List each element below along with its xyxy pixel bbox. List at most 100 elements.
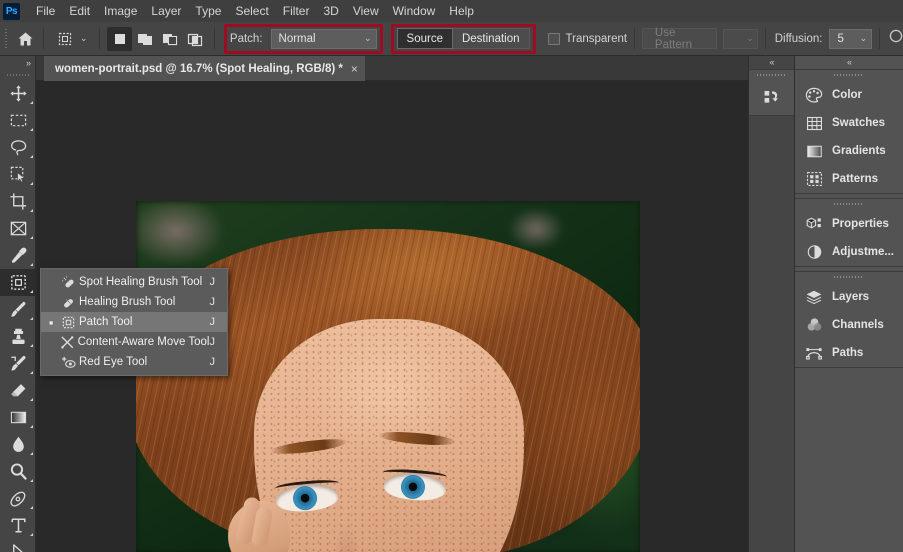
patch-icon [57,315,79,330]
gradient-swatch-icon [805,144,823,159]
tool-corner-marker [30,506,33,509]
use-pattern-button[interactable]: Use Pattern [642,28,717,49]
new-selection-icon [112,31,128,47]
menu-3d[interactable]: 3D [316,1,345,21]
transparent-option[interactable]: Transparent [548,33,628,45]
panel-tab-patterns[interactable]: Patterns [795,165,903,193]
menu-filter[interactable]: Filter [276,1,317,21]
menu-type[interactable]: Type [188,1,228,21]
more-options-button[interactable] [889,29,903,48]
document-tab-strip: women-portrait.psd @ 16.7% (Spot Healing… [36,56,748,81]
flyout-item-healing-brush-tool[interactable]: Healing Brush Tool J [41,292,227,312]
flyout-item-content-aware-move-tool[interactable]: Content-Aware Move Tool J [41,332,227,352]
menu-bar: Ps File Edit Image Layer Type Select Fil… [0,0,903,22]
tool-corner-marker [30,398,33,401]
document-tab-title: women-portrait.psd @ 16.7% (Spot Healing… [55,63,343,75]
panel-tab-label: Color [832,89,862,101]
blur-tool[interactable] [0,431,36,458]
new-selection-button[interactable] [107,27,132,51]
panel-tab-color[interactable]: Color [795,81,903,109]
patch-mode-label: Patch: [230,33,263,45]
panel-tab-properties[interactable]: Properties [795,210,903,238]
panel-grip[interactable] [749,70,794,81]
flyout-item-shortcut: J [210,296,224,308]
document-tab[interactable]: women-portrait.psd @ 16.7% (Spot Healing… [44,56,365,81]
flyout-item-red-eye-tool[interactable]: Red Eye Tool J [41,352,227,372]
menu-select[interactable]: Select [228,1,275,21]
flyout-item-shortcut: J [210,316,224,328]
toolbar-grip[interactable] [0,70,35,80]
path-selection-tool[interactable] [0,539,36,552]
crop-tool[interactable] [0,188,36,215]
document-image[interactable] [136,201,640,552]
patterns-icon [805,171,823,187]
image-nose [332,521,362,552]
panel-tab-paths[interactable]: Paths [795,339,903,367]
options-bar-grip[interactable] [2,28,9,50]
tool-preset-chevron-down-icon[interactable]: ⌄ [77,33,90,44]
dock-collapse-button[interactable]: « [795,56,903,69]
menu-edit[interactable]: Edit [62,1,97,21]
menu-window[interactable]: Window [386,1,443,21]
move-tool[interactable] [0,80,36,107]
flyout-item-label: Patch Tool [79,316,210,328]
history-panel-button[interactable] [749,81,794,115]
type-tool[interactable] [0,512,36,539]
tool-corner-marker [30,371,33,374]
tool-preset-picker[interactable]: ⌄ [51,27,92,51]
close-icon[interactable]: × [351,63,358,75]
rectangular-marquee-tool[interactable] [0,107,36,134]
red-eye-icon [57,355,79,370]
pen-tool[interactable] [0,485,36,512]
panel-grip[interactable] [795,70,903,81]
dodge-tool[interactable] [0,458,36,485]
panel-tab-swatches[interactable]: Swatches [795,109,903,137]
clone-stamp-tool[interactable] [0,323,36,350]
panel-tab-adjustments[interactable]: Adjustme... [795,238,903,266]
panel-grip[interactable] [795,272,903,283]
patch-mode-select[interactable]: Normal ⌄ [271,29,377,49]
panel-tab-channels[interactable]: Channels [795,311,903,339]
narrow-dock-collapse-button[interactable]: « [749,56,794,69]
panel-grip[interactable] [795,199,903,210]
gradient-icon [9,409,28,426]
frame-tool[interactable] [0,215,36,242]
options-separator-4 [634,28,635,49]
home-button[interactable] [15,27,36,51]
lasso-tool[interactable] [0,134,36,161]
patch-tool-preset-icon [53,28,77,50]
history-brush-tool[interactable] [0,350,36,377]
eraser-tool[interactable] [0,377,36,404]
object-selection-icon [9,165,28,184]
menu-file[interactable]: File [29,1,62,21]
menu-view[interactable]: View [346,1,386,21]
menu-layer[interactable]: Layer [144,1,188,21]
crop-icon [9,192,28,211]
color-panel-group: Color Swatches [795,69,903,194]
panel-tab-layers[interactable]: Layers [795,283,903,311]
patch-tool[interactable] [0,269,36,296]
pattern-picker[interactable]: ⌄ [723,29,758,49]
adjustments-icon [805,244,823,260]
source-button[interactable]: Source [397,28,453,49]
panel-tab-gradients[interactable]: Gradients [795,137,903,165]
subtract-from-selection-button[interactable] [157,27,182,51]
home-icon [17,31,34,47]
flyout-item-spot-healing-brush-tool[interactable]: Spot Healing Brush Tool J [41,272,227,292]
add-to-selection-button[interactable] [132,27,157,51]
eyedropper-tool[interactable] [0,242,36,269]
object-selection-tool[interactable] [0,161,36,188]
brush-tool[interactable] [0,296,36,323]
gradient-tool[interactable] [0,404,36,431]
menu-help[interactable]: Help [442,1,481,21]
panel-tab-label: Patterns [832,173,878,185]
destination-button[interactable]: Destination [453,28,530,49]
properties-icon [805,216,823,232]
diffusion-select[interactable]: 5 ⌄ [829,29,872,49]
flyout-item-patch-tool[interactable]: ▪ Patch Tool J [41,312,227,332]
patch-mode-value: Normal [279,33,359,45]
intersect-with-selection-button[interactable] [182,27,207,51]
menu-image[interactable]: Image [97,1,144,21]
transparent-checkbox[interactable] [548,33,560,45]
toolbar-expand-button[interactable]: » [0,56,35,70]
